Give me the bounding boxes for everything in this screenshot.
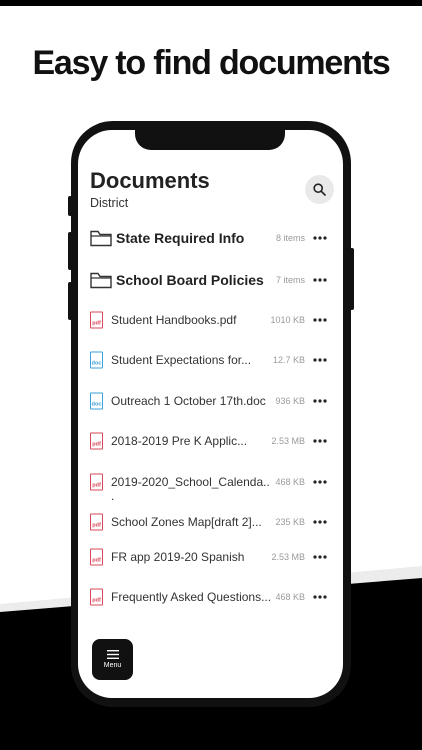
top-bar <box>0 0 422 6</box>
page-subtitle: District <box>90 196 129 210</box>
hamburger-icon <box>106 650 119 659</box>
file-row[interactable]: doc Outreach 1 October 17th.doc 936 KB <box>78 386 343 416</box>
phone-volume-down <box>68 282 72 320</box>
more-options-icon[interactable] <box>313 358 327 362</box>
menu-label: Menu <box>103 662 122 669</box>
file-name: Frequently Asked Questions... <box>111 590 272 604</box>
phone-power-button <box>350 248 354 310</box>
file-name: 2018-2019 Pre K Applic... <box>111 434 248 448</box>
folder-icon <box>90 230 112 247</box>
file-name: 2019-2020_School_Calenda.. <box>111 475 270 489</box>
file-name: Outreach 1 October 17th.doc <box>111 394 266 408</box>
more-options-icon[interactable] <box>313 595 327 599</box>
more-options-icon[interactable] <box>313 318 327 322</box>
folder-item-count: 8 items <box>275 233 305 243</box>
file-name: School Zones Map[draft 2]... <box>111 515 262 529</box>
folder-icon <box>90 272 112 289</box>
file-name: Student Handbooks.pdf <box>111 313 237 327</box>
file-name: Student Expectations for... <box>111 353 252 367</box>
more-options-icon[interactable] <box>313 236 327 240</box>
file-size: 12.7 KB <box>272 355 305 365</box>
phone-volume-up <box>68 232 72 270</box>
file-size: 2.53 MB <box>271 552 305 562</box>
file-size: 2.53 MB <box>271 436 305 446</box>
file-size: 1010 KB <box>270 315 305 325</box>
file-row[interactable]: pdf Frequently Asked Questions... 468 KB <box>78 582 343 612</box>
pdf-file-icon: pdf <box>90 548 103 566</box>
menu-button[interactable]: Menu <box>92 639 133 680</box>
pdf-file-icon: pdf <box>90 473 103 491</box>
phone-notch <box>135 130 285 150</box>
pdf-file-icon: pdf <box>90 588 103 606</box>
file-row[interactable]: pdf FR app 2019-20 Spanish 2.53 MB <box>78 542 343 572</box>
search-icon <box>313 183 326 196</box>
more-options-icon[interactable] <box>313 439 327 443</box>
file-size: 468 KB <box>275 477 305 487</box>
page-title: Documents <box>90 168 210 193</box>
more-options-icon[interactable] <box>313 555 327 559</box>
folder-item-count: 7 items <box>275 275 305 285</box>
pdf-file-icon: pdf <box>90 513 103 531</box>
file-name: FR app 2019-20 Spanish <box>111 550 245 564</box>
pdf-file-icon: pdf <box>90 311 103 329</box>
file-row[interactable]: pdf 2019-2020_School_Calenda.. . 468 KB <box>78 467 343 503</box>
file-row[interactable]: pdf 2018-2019 Pre K Applic... 2.53 MB <box>78 426 343 456</box>
folder-name: State Required Info <box>116 230 245 246</box>
more-options-icon[interactable] <box>313 278 327 282</box>
file-row[interactable]: doc Student Expectations for... 12.7 KB <box>78 345 343 375</box>
pdf-file-icon: pdf <box>90 432 103 450</box>
file-row[interactable]: pdf Student Handbooks.pdf 1010 KB <box>78 305 343 335</box>
doc-file-icon: doc <box>90 392 103 410</box>
more-options-icon[interactable] <box>313 480 327 484</box>
phone-screen: Documents District State Required Info 8… <box>78 130 343 698</box>
folder-row-state-required-info[interactable]: State Required Info 8 items <box>78 223 343 253</box>
doc-file-icon: doc <box>90 351 103 369</box>
file-name-overflow: . <box>111 489 115 503</box>
folder-row-school-board-policies[interactable]: School Board Policies 7 items <box>78 265 343 295</box>
more-options-icon[interactable] <box>313 399 327 403</box>
file-size: 235 KB <box>275 517 305 527</box>
folder-name: School Board Policies <box>116 272 264 288</box>
more-options-icon[interactable] <box>313 520 327 524</box>
file-row[interactable]: pdf School Zones Map[draft 2]... 235 KB <box>78 507 343 537</box>
headline: Easy to find documents <box>32 44 390 82</box>
search-button[interactable] <box>305 175 334 204</box>
file-size: 468 KB <box>275 592 305 602</box>
file-size: 936 KB <box>275 396 305 406</box>
phone-side-button <box>68 196 72 216</box>
